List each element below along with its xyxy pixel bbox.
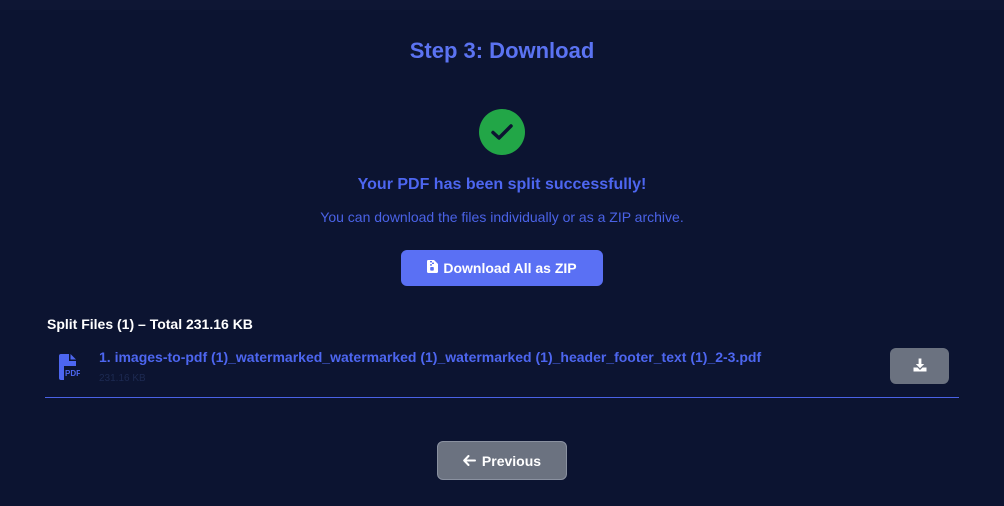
previous-button-label: Previous: [481, 452, 542, 469]
file-size: 231.16 KB: [99, 373, 146, 384]
top-strip: [0, 0, 1004, 10]
svg-text:PDF: PDF: [65, 369, 80, 378]
pdf-file-icon: PDF: [58, 354, 81, 380]
download-all-zip-button[interactable]: Download All as ZIP: [401, 250, 603, 286]
file-name: 1. images-to-pdf (1)_watermarked_waterma…: [99, 349, 762, 365]
download-file-button[interactable]: [890, 348, 949, 384]
file-zipper-icon: [427, 260, 439, 276]
step-title: Step 3: Download: [409, 38, 595, 63]
split-files-heading: Split Files (1) – Total 231.16 KB: [47, 316, 253, 332]
download-icon: [913, 358, 927, 375]
download-step-page: Step 3: Download Your PDF has been split…: [0, 0, 1004, 506]
download-all-zip-label: Download All as ZIP: [443, 260, 577, 276]
arrow-left-icon: [463, 453, 476, 469]
file-list-item: PDF 1. images-to-pdf (1)_watermarked_wat…: [45, 340, 959, 398]
previous-button[interactable]: Previous: [437, 441, 567, 480]
success-subtitle: You can download the files individually …: [320, 209, 684, 225]
success-check-icon: [479, 109, 525, 155]
success-message: Your PDF has been split successfully!: [357, 176, 647, 193]
